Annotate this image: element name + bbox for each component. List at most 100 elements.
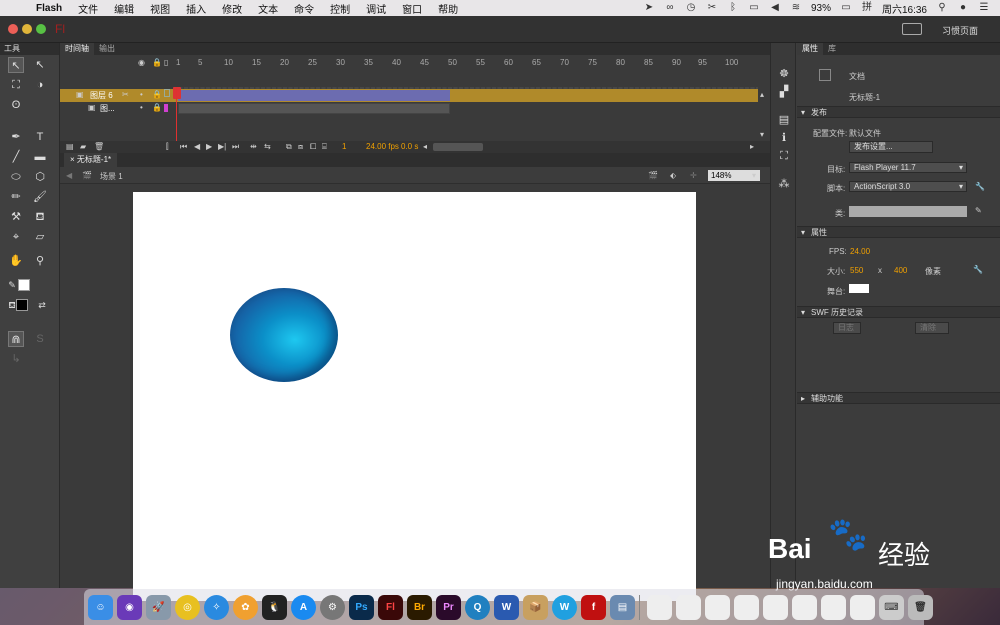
tab-properties[interactable]: 属性 (797, 43, 823, 55)
log-button[interactable]: 日志 (833, 322, 861, 334)
finder-icon[interactable]: ☺ (88, 594, 113, 620)
show-hide-all-icon[interactable]: ◉ (138, 57, 145, 69)
tab-library[interactable]: 库 (823, 43, 841, 55)
target-select[interactable]: Flash Player 11.7 (849, 162, 967, 173)
layer-row[interactable]: ▣ 图层 6 ✂ • 🔒 (60, 89, 758, 102)
pen-tool-icon[interactable]: ✒ (8, 129, 24, 145)
safari-icon[interactable]: ✧ (204, 594, 229, 620)
height-value[interactable]: 400 (894, 266, 907, 275)
publish-section-header[interactable]: 发布 (797, 106, 1000, 118)
rectangle-tool-icon[interactable]: ▬ (32, 149, 48, 165)
polystar-tool-icon[interactable]: ⬡ (32, 169, 48, 185)
next-frame-icon[interactable]: ▶| (218, 141, 226, 153)
menu-debug[interactable]: 调试 (358, 1, 394, 16)
layer-name[interactable]: 图... (100, 103, 115, 114)
launchpad-icon[interactable]: 🚀 (146, 594, 171, 620)
menu-help[interactable]: 帮助 (430, 1, 466, 16)
modify-markers-icon[interactable]: ⌸ (322, 141, 327, 153)
center-stage-icon[interactable]: ✛ (690, 170, 697, 182)
archive-icon[interactable]: 📦 (523, 594, 548, 620)
eraser-tool-icon[interactable]: ▱ (32, 229, 48, 245)
clock-icon[interactable]: ◷ (685, 3, 697, 13)
motion-presets-icon[interactable]: ☸ (777, 67, 791, 81)
delete-layer-icon[interactable]: 🗑 (94, 141, 104, 153)
script-settings-icon[interactable]: 🔧 (975, 182, 985, 191)
oval-tool-icon[interactable]: ⬭ (8, 169, 24, 185)
close-tab-icon[interactable]: × (70, 155, 77, 164)
transform-icon[interactable]: ⛶ (777, 149, 791, 163)
workspace-icon[interactable] (902, 23, 922, 35)
wifi-icon[interactable]: ≋ (790, 3, 802, 13)
frame-ruler[interactable]: 1 5 10 15 20 25 30 35 40 45 50 55 60 65 … (173, 55, 758, 71)
browser-w-icon[interactable]: W (552, 594, 577, 620)
menu-insert[interactable]: 插入 (178, 1, 214, 16)
edit-symbols-icon[interactable]: ⬖ (670, 170, 676, 182)
tween-span[interactable] (178, 90, 450, 101)
center-frame-icon[interactable]: ⇹ (250, 141, 257, 153)
3d-rotation-tool-icon[interactable]: ◑ (32, 77, 48, 93)
edit-class-icon[interactable]: ✎ (975, 206, 982, 215)
timeline-scroll-up-icon[interactable]: ▴ (760, 89, 764, 101)
loop-icon[interactable]: ⫿ (166, 141, 169, 153)
accessibility-section-header[interactable]: 辅助功能 (797, 392, 1000, 404)
workspace-menu[interactable]: 习惯页面 (942, 24, 978, 37)
script-select[interactable]: ActionScript 3.0 (849, 181, 967, 192)
menu-text[interactable]: 文本 (250, 1, 286, 16)
creative-cloud-icon[interactable]: ∞ (664, 3, 676, 13)
clear-button[interactable]: 清除 (915, 322, 949, 334)
menu-window[interactable]: 窗口 (394, 1, 430, 16)
document-thumb-icon[interactable] (676, 594, 701, 620)
color-icon[interactable]: ▞ (777, 85, 791, 99)
bone-tool-icon[interactable]: ⚒ (8, 209, 24, 225)
search-icon[interactable]: ⚲ (936, 3, 948, 13)
subselection-tool-icon[interactable]: ↖ (32, 57, 48, 73)
onion-skin-icon[interactable]: ⧉ (286, 141, 292, 153)
visibility-dot-icon[interactable]: • (140, 89, 143, 101)
selection-tool-icon[interactable]: ↖ (8, 57, 24, 73)
preview-icon[interactable]: ▤ (610, 594, 635, 620)
edit-multiple-icon[interactable]: ⧠ (310, 141, 316, 153)
siri-icon[interactable]: ● (957, 3, 969, 13)
photos-icon[interactable]: ✿ (233, 594, 258, 620)
send-icon[interactable]: ➤ (643, 3, 655, 13)
input-method-icon[interactable]: 拼 (861, 3, 873, 13)
brush-tool-icon[interactable]: 🖌 (32, 189, 48, 205)
straighten-icon[interactable]: ↳ (8, 351, 24, 367)
layer-name[interactable]: 图层 6 (90, 90, 113, 101)
new-layer-icon[interactable]: ▤ (66, 141, 74, 153)
stage-settings-icon[interactable]: 🔧 (973, 265, 983, 274)
scroll-left-icon[interactable]: ◂ (423, 141, 427, 153)
timeline-scrollbar[interactable] (433, 143, 483, 151)
outline-color-icon[interactable] (164, 104, 168, 112)
document-thumb-icon[interactable] (734, 594, 759, 620)
airplay-icon[interactable]: ▭ (748, 3, 760, 13)
bridge-icon[interactable]: Br (407, 594, 432, 620)
document-thumb-icon[interactable] (705, 594, 730, 620)
photoshop-icon[interactable]: Ps (349, 594, 374, 620)
last-frame-icon[interactable]: ⏭ (232, 141, 239, 153)
document-tab[interactable]: × 无标题-1* (64, 153, 118, 167)
app-store-icon[interactable]: A (291, 594, 316, 620)
playhead-handle[interactable] (173, 87, 181, 99)
smooth-icon[interactable]: S (32, 331, 48, 347)
notification-icon[interactable]: ☰ (978, 3, 990, 13)
document-thumb-icon[interactable] (850, 594, 875, 620)
fps-value[interactable]: 24.00 (850, 247, 870, 256)
swf-history-section-header[interactable]: SWF 历史记录 (797, 306, 1000, 318)
downloads-icon[interactable]: ⌨ (879, 594, 904, 620)
stage[interactable] (133, 192, 696, 601)
minimize-window-button[interactable] (22, 24, 32, 34)
paint-bucket-tool-icon[interactable]: ⛾ (32, 209, 48, 225)
play-icon[interactable]: ▶ (206, 141, 212, 153)
trash-icon[interactable]: 🗑 (908, 594, 933, 620)
zoom-dropdown-icon[interactable]: ▾ (752, 170, 756, 182)
info-icon[interactable]: ℹ (777, 131, 791, 145)
align-icon[interactable]: ▤ (777, 113, 791, 127)
visibility-dot-icon[interactable]: • (140, 102, 143, 114)
motion-path-icon[interactable]: ✂ (122, 89, 129, 101)
stroke-color-swatch[interactable] (18, 279, 30, 291)
battery-icon[interactable]: ▭ (840, 3, 852, 13)
swap-colors-icon[interactable]: ⇄ (34, 297, 50, 313)
lock-icon[interactable]: 🔒 (152, 89, 162, 101)
fill-color-swatch[interactable] (16, 299, 28, 311)
